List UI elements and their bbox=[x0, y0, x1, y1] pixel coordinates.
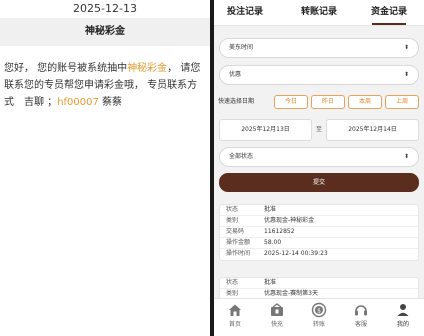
nav-transfer-label: 转账 bbox=[312, 321, 325, 328]
quick-date-label: 快速选择日期 bbox=[218, 98, 255, 105]
quick-this-week-button[interactable]: 本周 bbox=[348, 95, 382, 109]
message-title: 神秘彩金 bbox=[0, 18, 210, 46]
nav-customer-service[interactable]: 客服 bbox=[340, 302, 382, 336]
chevron-updown-icon: ⬍ bbox=[403, 153, 409, 160]
type-select[interactable]: 优惠 ⬍ bbox=[219, 65, 419, 85]
record-row: 状态 批准 bbox=[220, 205, 418, 216]
transfer-icon: $ bbox=[311, 302, 327, 318]
chevron-updown-icon: ⬍ bbox=[403, 44, 409, 51]
message-panel: 2025-12-13 神秘彩金 您好， 您的账号被系统抽中神秘彩金， 请您联系您… bbox=[0, 0, 210, 336]
record-card: 状态 批准 类别 优惠现金-神秘彩金 交易码 11612852 操作金额 58.00 操… bbox=[219, 204, 419, 261]
quick-today-button[interactable]: 今日 bbox=[274, 95, 308, 109]
tab-transfer-records[interactable]: 转账记录 bbox=[284, 0, 354, 26]
nav-fast-charge-label: 快充 bbox=[270, 321, 283, 328]
message-highlight-bonus: 神秘彩金 bbox=[127, 63, 168, 74]
nav-fast-charge[interactable]: 快充 bbox=[256, 302, 298, 336]
record-key: 操作时间 bbox=[226, 250, 251, 257]
nav-transfer[interactable]: $ 转账 bbox=[298, 302, 340, 336]
record-key: 交易码 bbox=[226, 228, 245, 235]
date-range-separator: 至 bbox=[315, 126, 322, 133]
record-row: 类别 优惠现金-神秘彩金 bbox=[220, 216, 418, 227]
record-value: 11612852 bbox=[264, 228, 295, 235]
date-to-input[interactable]: 2025年12月14日 bbox=[326, 119, 419, 141]
contact-id: hf00007 bbox=[57, 97, 99, 108]
message-body: 您好， 您的账号被系统抽中神秘彩金， 请您联系您的专员帮您申请彩金哦， 专员联系… bbox=[4, 60, 206, 111]
record-value: 58.00 bbox=[264, 239, 282, 246]
quick-last-week-button[interactable]: 上周 bbox=[385, 95, 419, 109]
record-key: 类别 bbox=[226, 217, 239, 224]
record-value: 2025-12-14 00:39:23 bbox=[264, 250, 328, 257]
record-row: 状态 批准 bbox=[220, 278, 418, 289]
date-from-input[interactable]: 2025年12月13日 bbox=[219, 119, 312, 141]
record-key: 状态 bbox=[226, 206, 239, 213]
headset-icon bbox=[355, 305, 367, 316]
chevron-updown-icon: ⬍ bbox=[403, 71, 409, 78]
status-select[interactable]: 全部状态 ⬍ bbox=[219, 147, 419, 167]
record-row: 操作时间 2025-12-14 00:39:23 bbox=[220, 249, 418, 260]
tab-bet-records[interactable]: 投注记录 bbox=[214, 0, 276, 26]
timezone-select-value: 美东时间 bbox=[229, 44, 254, 51]
nav-mine[interactable]: 我的 bbox=[382, 302, 424, 336]
record-value: 优惠现金-神秘彩金 bbox=[264, 217, 315, 224]
fund-record-panel: 投注记录 转账记录 资金记录 美东时间 ⬍ 优惠 ⬍ 快速选择日期 今日 昨日 … bbox=[214, 0, 424, 336]
record-key: 状态 bbox=[226, 279, 239, 286]
type-select-value: 优惠 bbox=[229, 71, 242, 78]
record-row: 交易码 11612852 bbox=[220, 227, 418, 238]
contact-name: 蔡蔡 bbox=[98, 97, 123, 108]
record-value: 批准 bbox=[264, 206, 277, 213]
quick-yesterday-button[interactable]: 昨日 bbox=[311, 95, 345, 109]
timezone-select[interactable]: 美东时间 ⬍ bbox=[219, 38, 419, 58]
record-key: 操作金额 bbox=[226, 239, 251, 246]
nav-mine-label: 我的 bbox=[396, 321, 409, 328]
home-icon bbox=[229, 304, 241, 316]
record-tabs: 投注记录 转账记录 资金记录 bbox=[214, 0, 424, 26]
message-text-1: 您好， 您的账号被系统抽中 bbox=[4, 63, 128, 74]
tab-fund-records[interactable]: 资金记录 bbox=[358, 0, 420, 26]
message-date: 2025-12-13 bbox=[73, 2, 137, 15]
quick-date-row: 快速选择日期 今日 昨日 本周 上周 bbox=[218, 95, 422, 109]
nav-customer-service-label: 客服 bbox=[354, 321, 367, 328]
bottom-nav: 首页 快充 $ 转账 客服 我的 bbox=[214, 298, 424, 336]
nav-home-label: 首页 bbox=[228, 321, 241, 328]
status-select-value: 全部状态 bbox=[229, 153, 254, 160]
svg-text:$: $ bbox=[317, 308, 321, 315]
nav-home[interactable]: 首页 bbox=[214, 302, 256, 336]
submit-button[interactable]: 提交 bbox=[219, 173, 419, 192]
fast-charge-icon bbox=[271, 303, 283, 316]
user-icon bbox=[397, 304, 409, 316]
record-value: 批准 bbox=[264, 279, 277, 286]
record-row: 操作金额 58.00 bbox=[220, 238, 418, 249]
